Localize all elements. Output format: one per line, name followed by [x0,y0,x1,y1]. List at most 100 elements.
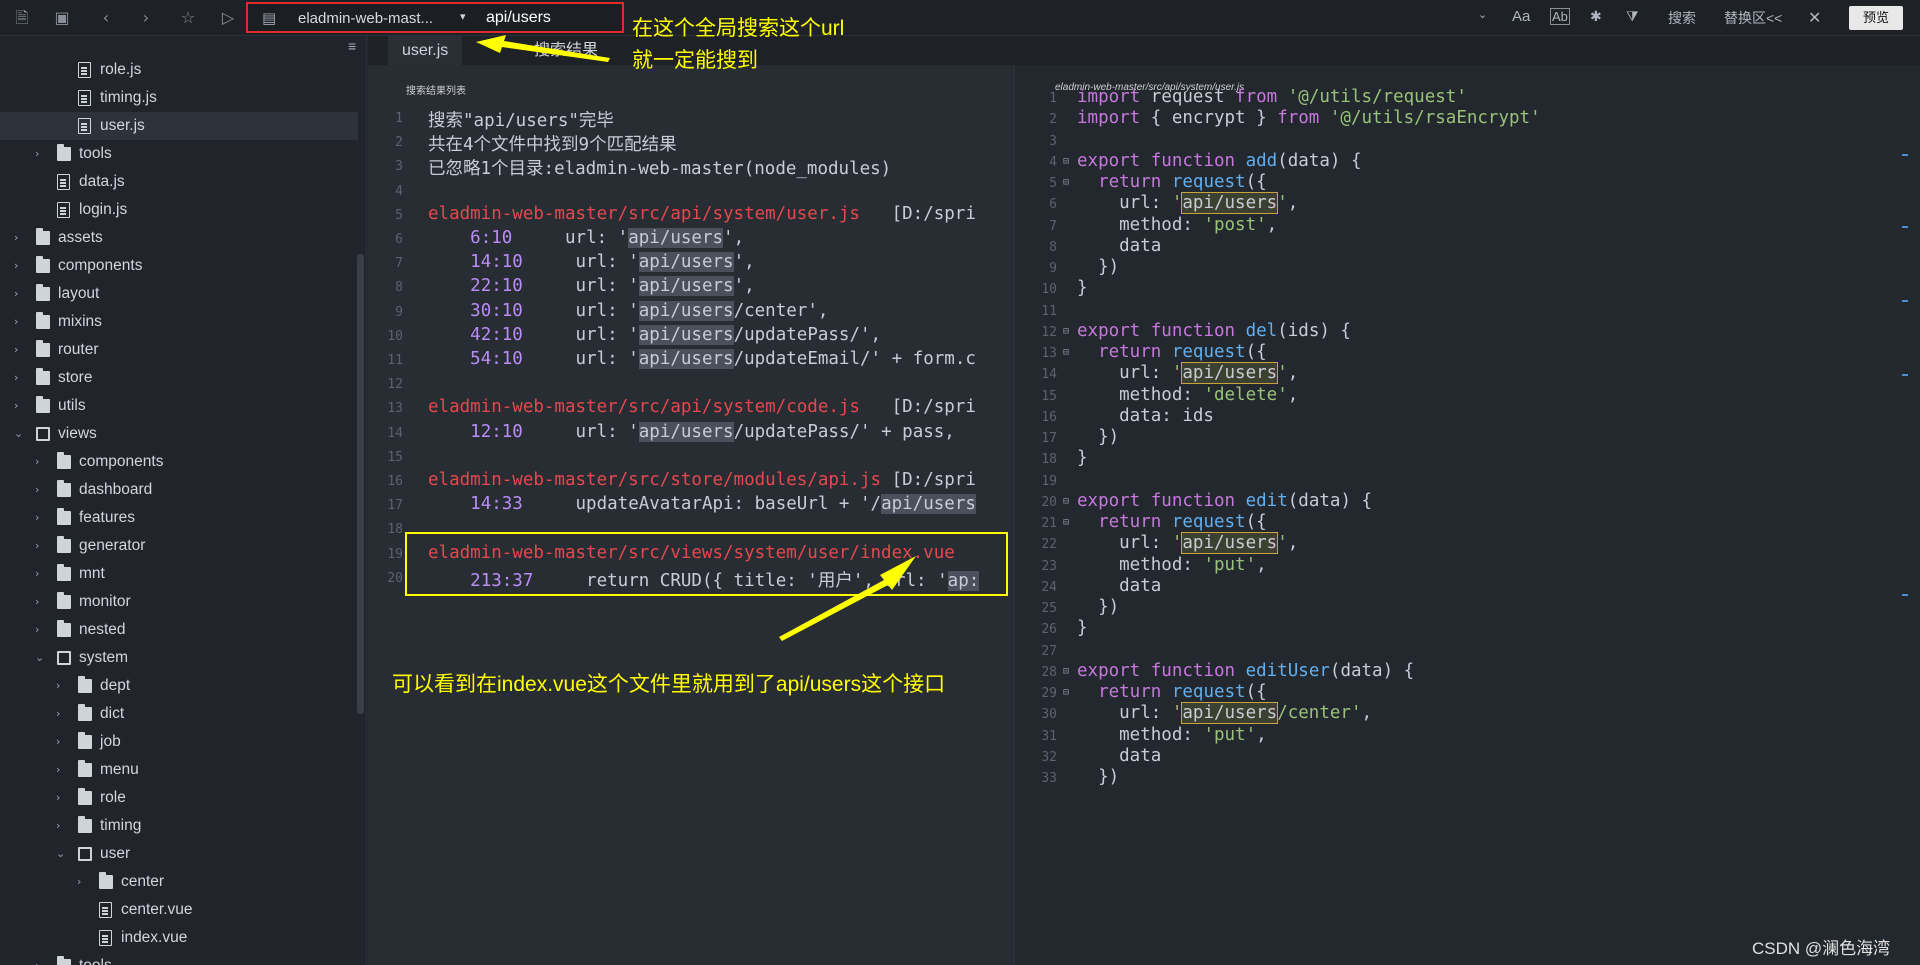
regex-icon[interactable]: ✱ [1590,8,1602,25]
sidebar-item[interactable]: user.js [0,112,358,140]
code-line[interactable]: import request from '@/utils/request' [1077,87,1467,107]
replace-toggle-button[interactable]: 替换区<< [1724,8,1782,28]
sidebar-item[interactable]: login.js [0,196,358,224]
fold-icon[interactable]: ⊟ [1063,156,1069,167]
fold-icon[interactable]: ⊟ [1063,517,1069,528]
sidebar-item[interactable]: › features [0,504,358,532]
code-line[interactable]: url: 'api/users', [1077,362,1298,385]
code-line[interactable]: return request({ [1077,172,1267,192]
tab-search-results[interactable]: 搜索结果 [520,36,612,65]
sidebar-item[interactable]: › center [0,868,358,896]
code-line[interactable]: }) [1077,597,1119,617]
fold-icon[interactable]: ⊟ [1063,177,1069,188]
fold-icon[interactable]: ⊟ [1063,687,1069,698]
code-line[interactable]: export function add(data) { [1077,151,1362,171]
code-line[interactable]: export function edit(data) { [1077,491,1372,511]
result-line[interactable]: 已忽略1个目录:eladmin-web-master(node_modules) [428,155,891,180]
chevron-down-icon[interactable]: ⌄ [1478,8,1487,21]
chevron-right-icon[interactable]: › [56,728,70,756]
result-line[interactable]: eladmin-web-master/src/api/system/user.j… [428,204,976,224]
chevron-right-icon[interactable]: › [35,532,49,560]
result-line[interactable]: 54:10 url: 'api/users/updateEmail/' + fo… [428,349,976,369]
code-line[interactable]: data: ids [1077,406,1214,426]
close-icon[interactable]: ✕ [1808,8,1821,28]
save-icon[interactable]: ▣ [50,6,74,30]
fold-icon[interactable]: ⊟ [1063,347,1069,358]
result-line[interactable]: 搜索"api/users"完毕 [428,107,614,132]
result-line[interactable]: 14:33 updateAvatarApi: baseUrl + '/api/u… [428,494,976,515]
chevron-right-icon[interactable]: › [56,784,70,812]
chevron-right-icon[interactable]: › [14,280,28,308]
sidebar-item[interactable]: › menu [0,756,358,784]
result-line[interactable]: 6:10 url: 'api/users', [428,228,744,248]
sidebar-item[interactable]: › components [0,448,358,476]
code-line[interactable]: method: 'delete', [1077,385,1298,405]
sidebar-item[interactable]: index.vue [0,924,358,952]
chevron-right-icon[interactable]: › [14,308,28,336]
chevron-right-icon[interactable]: › [56,700,70,728]
chevron-right-icon[interactable]: › [56,812,70,840]
code-line[interactable]: import { encrypt } from '@/utils/rsaEncr… [1077,108,1541,128]
sidebar-item[interactable]: › timing [0,812,358,840]
chevron-right-icon[interactable]: › [35,140,49,168]
code-line[interactable]: }) [1077,767,1119,787]
code-line[interactable]: data [1077,576,1161,596]
menu-icon[interactable]: ≡ [348,38,356,54]
result-line[interactable]: 14:10 url: 'api/users', [428,252,755,273]
chevron-right-icon[interactable]: › [14,224,28,252]
code-line[interactable]: export function editUser(data) { [1077,661,1414,681]
result-line[interactable]: eladmin-web-master/src/api/system/code.j… [428,397,976,417]
chevron-right-icon[interactable]: › [77,868,91,896]
search-button[interactable]: 搜索 [1668,8,1696,28]
fold-icon[interactable]: ⊟ [1063,326,1069,337]
chevron-right-icon[interactable]: › [35,616,49,644]
code-line[interactable]: method: 'put', [1077,555,1267,575]
sidebar-item[interactable]: › dashboard [0,476,358,504]
result-line[interactable]: eladmin-web-master/src/store/modules/api… [428,470,976,490]
sidebar-item[interactable]: › generator [0,532,358,560]
sidebar-item[interactable]: ⌄ system [0,644,358,672]
sidebar-item[interactable]: › role [0,784,358,812]
sidebar-item[interactable]: › tools [0,140,358,168]
sidebar-item[interactable]: › nested [0,616,358,644]
tab-user-js[interactable]: user.js [388,36,463,65]
chevron-right-icon[interactable]: › [14,336,28,364]
code-line[interactable]: return request({ [1077,512,1267,532]
result-line[interactable]: 22:10 url: 'api/users', [428,276,755,297]
sidebar-item[interactable]: role.js [0,56,358,84]
chevron-down-icon[interactable]: ⌄ [35,644,49,672]
code-line[interactable]: return request({ [1077,682,1267,702]
search-query[interactable]: api/users [486,9,551,27]
chevron-right-icon[interactable]: › [56,672,70,700]
sidebar-item[interactable]: › utils [0,392,358,420]
match-case-button[interactable]: Aa [1512,8,1530,25]
chevron-down-icon[interactable]: ⌄ [56,840,70,868]
chevron-down-icon[interactable]: ⌄ [14,420,28,448]
chevron-right-icon[interactable]: › [35,588,49,616]
fold-icon[interactable]: ⊟ [1063,496,1069,507]
code-line[interactable]: } [1077,278,1088,298]
code-line[interactable]: url: 'api/users', [1077,192,1298,215]
result-line[interactable]: 30:10 url: 'api/users/center', [428,300,828,321]
search-scope[interactable]: eladmin-web-mast... [298,10,433,27]
result-line[interactable]: 42:10 url: 'api/users/updatePass/', [428,324,881,345]
sidebar-item[interactable]: › components [0,252,358,280]
sidebar-item[interactable]: › dept [0,672,358,700]
sidebar-item[interactable]: › dict [0,700,358,728]
star-icon[interactable]: ☆ [176,6,200,30]
play-icon[interactable]: ▷ [216,6,240,30]
chevron-right-icon[interactable]: › [14,392,28,420]
chevron-right-icon[interactable]: › [56,756,70,784]
sidebar-scrollbar[interactable] [357,254,364,714]
code-line[interactable]: } [1077,618,1088,638]
search-input[interactable]: ▤ eladmin-web-mast... ▾ api/users [246,2,624,33]
preview-button[interactable]: 预览 [1849,6,1903,30]
sidebar-item[interactable]: › router [0,336,358,364]
sidebar-item[interactable]: › assets [0,224,358,252]
result-line[interactable]: 共在4个文件中找到9个匹配结果 [428,131,677,156]
sidebar-item[interactable]: timing.js [0,84,358,112]
code-line[interactable]: }) [1077,257,1119,277]
sidebar-item[interactable]: › job [0,728,358,756]
chevron-right-icon[interactable]: › [35,448,49,476]
chevron-down-icon[interactable]: ▾ [460,10,466,23]
